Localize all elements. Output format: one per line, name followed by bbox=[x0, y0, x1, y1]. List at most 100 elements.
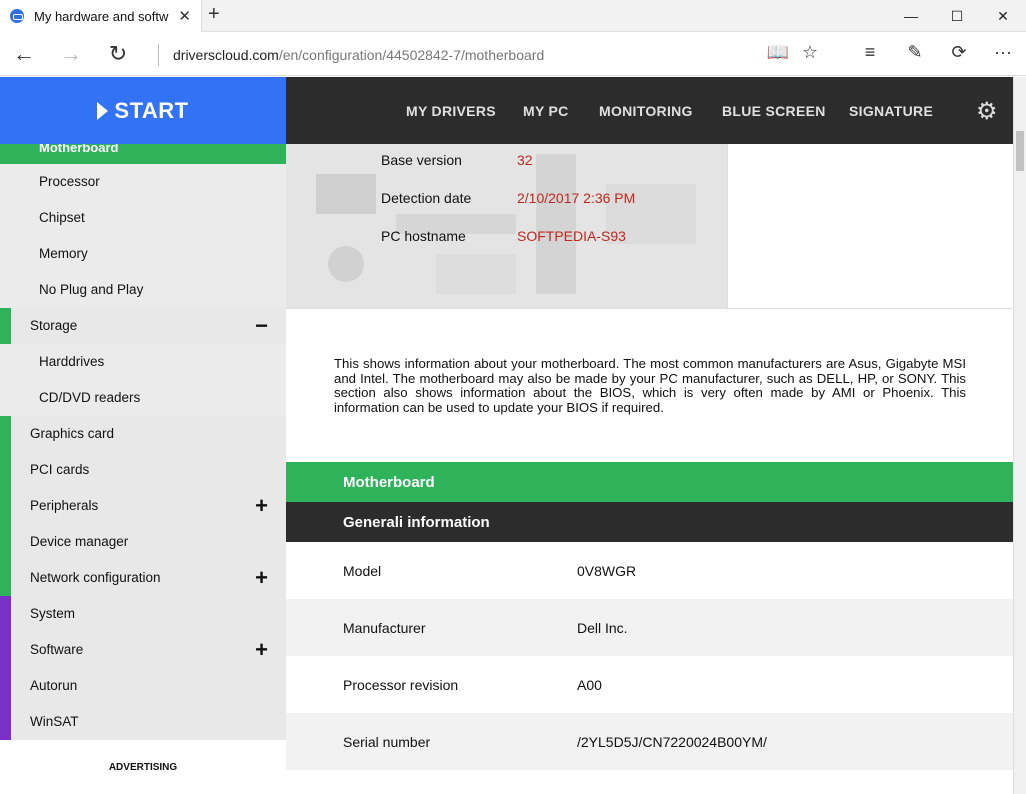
sidebar-item-label: Storage bbox=[30, 318, 78, 333]
category-color-bar bbox=[0, 596, 11, 632]
divider bbox=[286, 308, 1014, 309]
motherboard-background-image bbox=[286, 144, 727, 308]
sidebar-item-label: No Plug and Play bbox=[39, 282, 144, 297]
row-key: Processor revision bbox=[343, 677, 459, 693]
sidebar-item-label: Network configuration bbox=[30, 570, 161, 585]
hero-key: PC hostname bbox=[381, 228, 466, 244]
category-color-bar bbox=[0, 524, 11, 560]
sidebar-item-memory[interactable]: Memory bbox=[0, 236, 286, 272]
hero-value: 32 bbox=[517, 152, 533, 168]
refresh-button[interactable]: ↻ bbox=[104, 40, 132, 68]
browser-tab[interactable]: My hardware and softw ✕ bbox=[0, 0, 202, 32]
motherboard-description: This shows information about your mother… bbox=[334, 356, 966, 415]
play-arrow-icon bbox=[97, 101, 109, 120]
sidebar-item-chipset[interactable]: Chipset bbox=[0, 200, 286, 236]
close-window-button[interactable]: ✕ bbox=[980, 0, 1026, 32]
sidebar-item-label: Autorun bbox=[30, 678, 78, 693]
start-button[interactable]: START bbox=[0, 77, 286, 144]
category-color-bar bbox=[0, 416, 11, 452]
sidebar-item-winsat[interactable]: WinSAT bbox=[0, 704, 286, 740]
row-value: 0V8WGR bbox=[577, 563, 637, 579]
hero-key: Base version bbox=[381, 152, 462, 168]
sidebar: Motherboard Processor Chipset Memory No Plu… bbox=[0, 144, 286, 794]
category-color-bar bbox=[0, 668, 11, 704]
scrollbar-thumb[interactable] bbox=[1016, 131, 1024, 171]
site-favicon-icon bbox=[10, 9, 24, 23]
hero-key: Detection date bbox=[381, 190, 472, 206]
more-icon[interactable]: ··· bbox=[990, 42, 1016, 63]
sidebar-item-processor[interactable]: Processor bbox=[0, 164, 286, 200]
sidebar-item-label: Memory bbox=[39, 246, 88, 261]
gear-icon[interactable]: ⚙ bbox=[976, 97, 998, 126]
category-color-bar bbox=[0, 704, 11, 740]
url-path: /en/configuration/44502842-7/motherboard bbox=[278, 47, 545, 63]
section-title: Motherboard bbox=[286, 462, 1014, 502]
category-color-bar bbox=[0, 452, 11, 488]
sidebar-item-label: Graphics card bbox=[30, 426, 115, 441]
sidebar-item-label: PCI cards bbox=[30, 462, 90, 477]
sidebar-item-harddrives[interactable]: Harddrives bbox=[0, 344, 286, 380]
expand-plus-icon[interactable]: + bbox=[255, 493, 268, 519]
favorite-star-icon[interactable]: ☆ bbox=[797, 42, 823, 63]
row-key: Serial number bbox=[343, 734, 431, 750]
web-note-icon[interactable]: ✎ bbox=[902, 42, 928, 63]
minimize-button[interactable]: — bbox=[888, 0, 934, 32]
expand-plus-icon[interactable]: + bbox=[255, 637, 268, 663]
sidebar-item-label: System bbox=[30, 606, 76, 621]
sidebar-item-label: Software bbox=[30, 642, 84, 657]
sidebar-item-storage[interactable]: Storage − bbox=[0, 308, 286, 344]
pc-hostname-row: PC hostname SOFTPEDIA-S93 bbox=[381, 228, 626, 244]
sidebar-item-label: Chipset bbox=[39, 210, 85, 225]
sidebar-item-peripherals[interactable]: Peripherals + bbox=[0, 488, 286, 524]
browser-tab-bar: My hardware and softw ✕ + — ☐ ✕ bbox=[0, 0, 1026, 32]
category-color-bar bbox=[0, 560, 11, 596]
main-content: Base version 32 Detection date 2/10/2017 2… bbox=[286, 144, 1014, 794]
sidebar-item-no-plug-and-play[interactable]: No Plug and Play bbox=[0, 272, 286, 308]
nav-signature[interactable]: SIGNATURE bbox=[849, 103, 933, 119]
tab-close-icon[interactable]: ✕ bbox=[178, 7, 191, 25]
summary-side-panel bbox=[727, 144, 1014, 308]
url-field[interactable]: driverscloud.com/en/configuration/445028… bbox=[158, 44, 544, 66]
nav-monitoring[interactable]: MONITORING bbox=[599, 103, 693, 119]
table-row: Manufacturer Dell Inc. bbox=[286, 599, 1014, 656]
back-button[interactable]: ← bbox=[10, 40, 38, 68]
start-label: START bbox=[114, 97, 189, 123]
nav-blue-screen[interactable]: BLUE SCREEN bbox=[722, 103, 826, 119]
forward-button[interactable]: → bbox=[57, 40, 85, 68]
tab-title: My hardware and softw bbox=[34, 8, 169, 24]
sidebar-item-motherboard[interactable]: Motherboard bbox=[0, 144, 286, 164]
window-controls: — ☐ ✕ bbox=[888, 0, 1026, 32]
row-value: A00 bbox=[577, 677, 602, 693]
page-scrollbar[interactable] bbox=[1013, 77, 1026, 794]
sidebar-item-label: CD/DVD readers bbox=[39, 390, 141, 405]
hub-icon[interactable]: ≡ bbox=[857, 42, 883, 63]
advertising-label: ADVERTISING bbox=[0, 742, 286, 794]
sidebar-item-software[interactable]: Software + bbox=[0, 632, 286, 668]
sidebar-item-label: WinSAT bbox=[30, 714, 79, 729]
sidebar-item-system[interactable]: System bbox=[0, 596, 286, 632]
sidebar-item-label: Processor bbox=[39, 174, 100, 189]
expand-plus-icon[interactable]: + bbox=[255, 565, 268, 591]
sidebar-item-label: Motherboard bbox=[39, 144, 119, 155]
nav-my-pc[interactable]: MY PC bbox=[523, 103, 569, 119]
hero-value: SOFTPEDIA-S93 bbox=[517, 228, 626, 244]
category-color-bar bbox=[0, 632, 11, 668]
hero-value: 2/10/2017 2:36 PM bbox=[517, 190, 636, 206]
maximize-button[interactable]: ☐ bbox=[934, 0, 980, 32]
section-subtitle: Generali information bbox=[286, 502, 1014, 542]
sidebar-item-graphics-card[interactable]: Graphics card bbox=[0, 416, 286, 452]
row-value: Dell Inc. bbox=[577, 620, 628, 636]
nav-my-drivers[interactable]: MY DRIVERS bbox=[406, 103, 496, 119]
sidebar-item-pci-cards[interactable]: PCI cards bbox=[0, 452, 286, 488]
url-host: driverscloud.com bbox=[173, 47, 279, 63]
collapse-minus-icon[interactable]: − bbox=[255, 313, 268, 339]
sidebar-item-autorun[interactable]: Autorun bbox=[0, 668, 286, 704]
share-icon[interactable]: ⟳ bbox=[946, 42, 972, 63]
sidebar-item-network-configuration[interactable]: Network configuration + bbox=[0, 560, 286, 596]
sidebar-item-device-manager[interactable]: Device manager bbox=[0, 524, 286, 560]
reading-view-icon[interactable]: 📖 bbox=[765, 42, 791, 63]
table-row: Model 0V8WGR bbox=[286, 542, 1014, 599]
category-color-bar bbox=[0, 488, 11, 524]
sidebar-item-cd-dvd-readers[interactable]: CD/DVD readers bbox=[0, 380, 286, 416]
new-tab-button[interactable]: + bbox=[208, 3, 220, 26]
